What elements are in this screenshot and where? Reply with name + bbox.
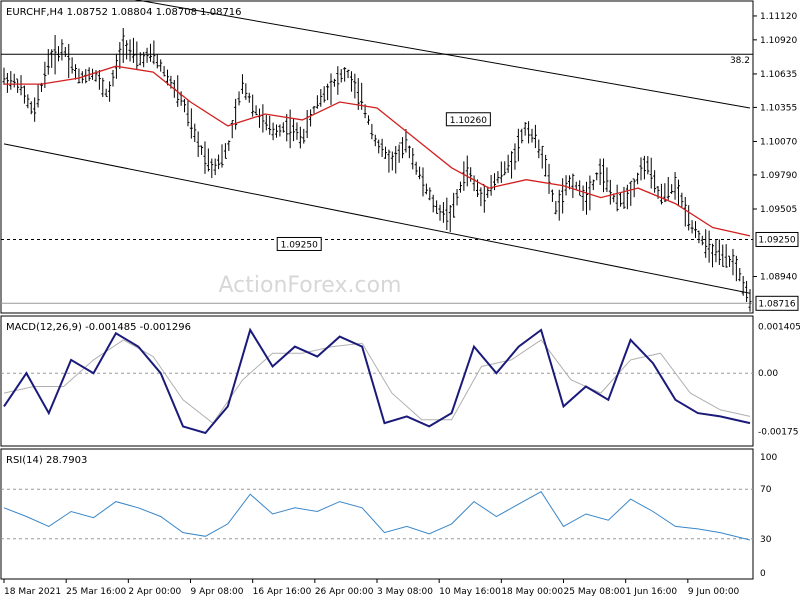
annotation-label: 1.09250 bbox=[281, 240, 318, 250]
macd-tick-label: -0.00175 bbox=[758, 427, 798, 437]
rsi-tick-label: 30 bbox=[760, 535, 772, 545]
x-tick-label: 25 Mar 16:00 bbox=[66, 587, 126, 597]
annotation-label: 1.10260 bbox=[450, 116, 487, 126]
x-tick-label: 18 May 00:00 bbox=[501, 587, 563, 597]
price-tick-label: 1.09505 bbox=[760, 205, 797, 215]
x-tick-label: 9 Jun 00:00 bbox=[688, 587, 740, 597]
forex-chart: ActionForex.com EURCHF,H4 1.08752 1.0880… bbox=[0, 0, 800, 597]
macd-header: MACD(12,26,9) -0.001485 -0.001296 bbox=[6, 322, 191, 333]
x-tick-label: 18 Mar 2021 bbox=[4, 587, 61, 597]
price-tick-label: 1.10355 bbox=[760, 103, 797, 113]
price-panel bbox=[0, 0, 754, 314]
rsi-tick-label: 70 bbox=[760, 485, 772, 495]
fib-label: 38.2 bbox=[730, 56, 750, 66]
x-tick-label: 10 May 16:00 bbox=[439, 587, 501, 597]
price-tick-label: 1.08940 bbox=[760, 273, 797, 283]
price-tick-label: 1.10920 bbox=[760, 36, 797, 46]
macd-tick-label: 0.001405 bbox=[758, 322, 800, 332]
rsi-panel bbox=[0, 448, 754, 580]
x-tick-label: 26 Apr 00:00 bbox=[315, 587, 374, 597]
x-tick-label: 1 Jun 16:00 bbox=[626, 587, 678, 597]
support-level-label: 1.09250 bbox=[758, 235, 795, 245]
current-price-label: 1.08716 bbox=[758, 299, 795, 309]
x-tick-label: 3 May 08:00 bbox=[377, 587, 433, 597]
price-tick-label: 1.10635 bbox=[760, 70, 797, 80]
price-tick-label: 1.11120 bbox=[760, 12, 797, 22]
watermark: ActionForex.com bbox=[219, 273, 402, 298]
price-tick-label: 1.09790 bbox=[760, 171, 797, 181]
x-tick-label: 2 Apr 00:00 bbox=[128, 587, 181, 597]
macd-tick-label: 0.00 bbox=[758, 369, 778, 379]
x-tick-label: 16 Apr 16:00 bbox=[253, 587, 312, 597]
rsi-tick-label: 0 bbox=[760, 569, 766, 579]
x-tick-label: 25 May 08:00 bbox=[564, 587, 626, 597]
rsi-header: RSI(14) 28.7903 bbox=[6, 455, 87, 466]
rsi-tick-label: 100 bbox=[760, 453, 777, 463]
x-tick-label: 9 Apr 08:00 bbox=[191, 587, 244, 597]
price-tick-label: 1.10070 bbox=[760, 137, 797, 147]
price-header: EURCHF,H4 1.08752 1.08804 1.08708 1.0871… bbox=[6, 7, 242, 18]
